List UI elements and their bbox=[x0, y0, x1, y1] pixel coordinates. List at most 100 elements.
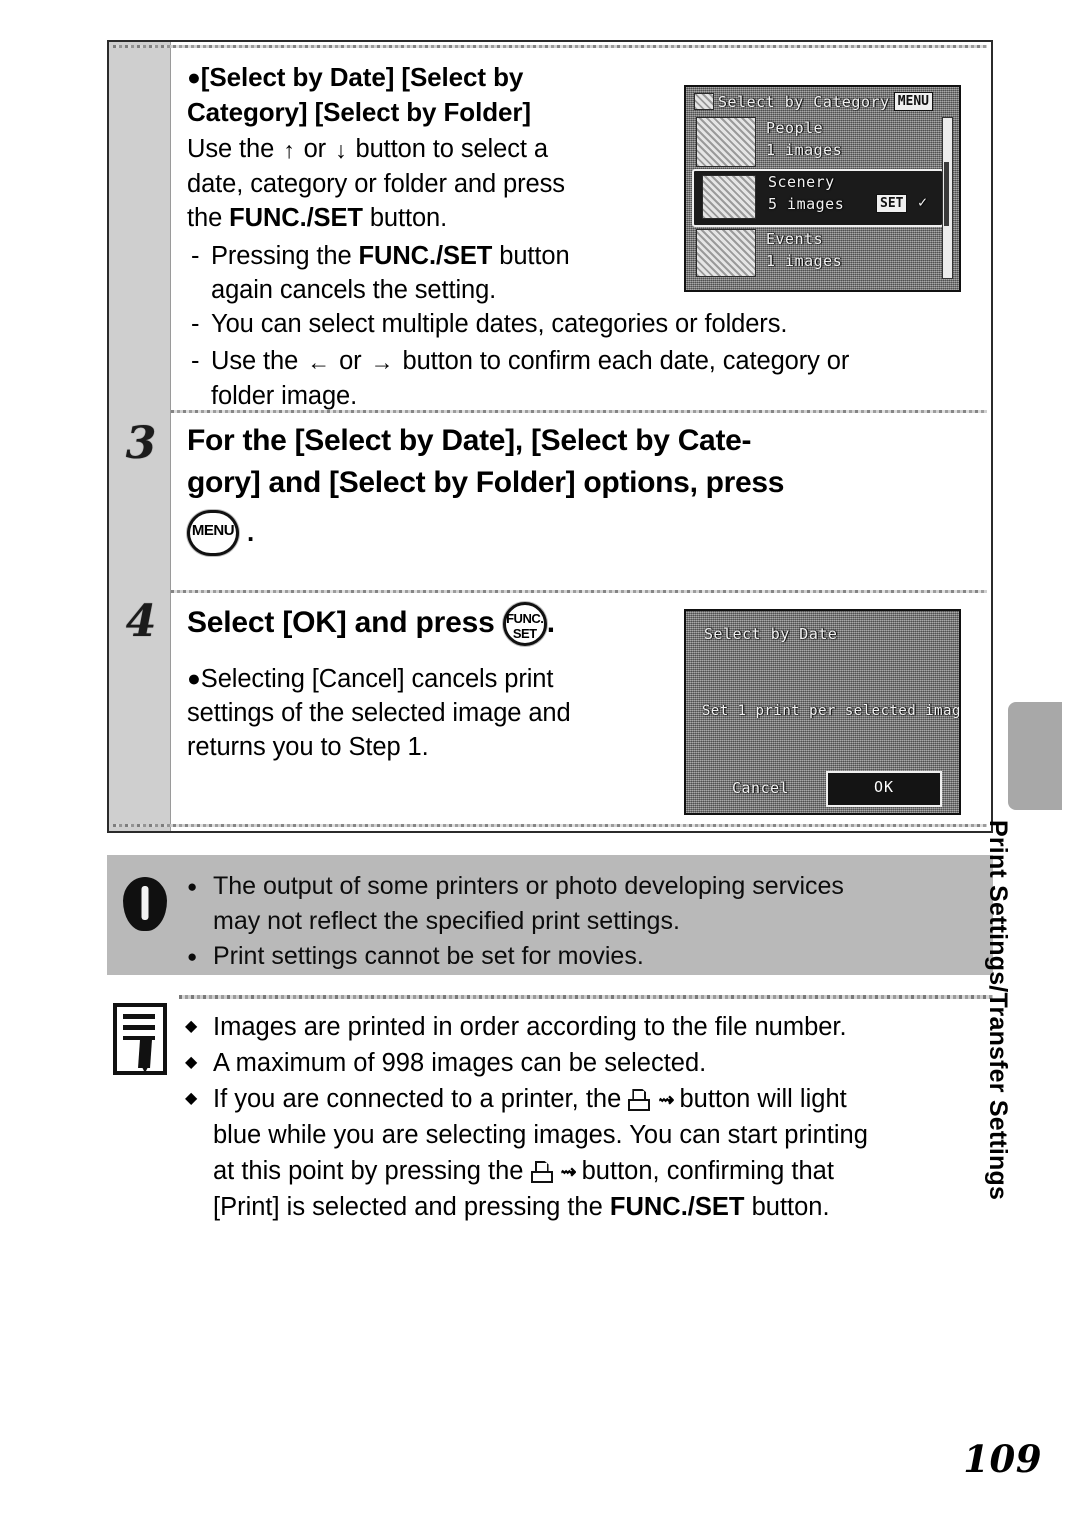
arrow-down-icon: ↓ bbox=[335, 137, 347, 163]
note-item-3-e: button, confirming that bbox=[581, 1157, 834, 1185]
step3-heading-line1: For the [Select by Date], [Select by Cat… bbox=[187, 424, 752, 457]
step3-period: . bbox=[247, 516, 254, 547]
step2-heading: ●[Select by Date] [Select by Category] [… bbox=[187, 60, 747, 130]
step2-body-c: button to select a bbox=[355, 135, 548, 163]
step2-heading-line2: Category] [Select by Folder] bbox=[187, 97, 531, 127]
sub1-a: Pressing the bbox=[211, 242, 352, 270]
warning-item-1-line1: The output of some printers or photo dev… bbox=[213, 872, 844, 900]
lcd-row-thumb-scenery bbox=[702, 175, 756, 219]
lcd-date-title: Select by Date bbox=[704, 625, 838, 643]
note-item-3-funcset: FUNC./SET bbox=[609, 1193, 745, 1221]
bullet-icon: ● bbox=[187, 64, 201, 90]
step4-period: . bbox=[546, 606, 555, 639]
page-number: 109 bbox=[963, 1437, 1042, 1481]
step2-body-or: or bbox=[303, 135, 327, 163]
note-item-1: Images are printed in order according to… bbox=[183, 1009, 993, 1045]
step4-bullet: ●Selecting [Cancel] cancels print settin… bbox=[187, 662, 707, 764]
lcd-menu-badge: MENU bbox=[893, 92, 933, 111]
step2-sub-item-3: Use the ← or → button to confirm each da… bbox=[187, 344, 977, 413]
lcd-screenshot-select-by-date: Select by Date Set 1 print per selected … bbox=[684, 609, 961, 815]
warning-item-1-line2: may not reflect the specified print sett… bbox=[213, 907, 680, 935]
warning-item-2: Print settings cannot be set for movies. bbox=[185, 939, 979, 974]
warning-item-2-text: Print settings cannot be set for movies. bbox=[213, 942, 644, 970]
lcd-set-badge: SET bbox=[876, 194, 908, 213]
funcset-icon-label-bottom: SET bbox=[512, 626, 537, 642]
step2-body: Use the ↑ or ↓ button to select a date, … bbox=[187, 132, 747, 235]
sub2-text: You can select multiple dates, categorie… bbox=[211, 310, 788, 338]
section-divider-1 bbox=[171, 410, 987, 413]
section-divider-2 bbox=[171, 590, 987, 593]
arrow-up-icon: ↑ bbox=[283, 137, 295, 163]
lcd-scrollbar[interactable] bbox=[942, 117, 953, 279]
note-item-3-d: at this point by pressing the bbox=[213, 1157, 524, 1185]
manual-page: ●[Select by Date] [Select by Category] [… bbox=[0, 0, 1080, 1523]
section-tab-block bbox=[1008, 702, 1062, 810]
arrow-left-icon: ← bbox=[307, 349, 331, 375]
step2-content: ●[Select by Date] [Select by Category] [… bbox=[187, 60, 747, 307]
lcd-scrollbar-thumb[interactable] bbox=[944, 162, 949, 226]
lcd-check-icon: ✓ bbox=[918, 193, 928, 211]
step4-bullet-line2: settings of the selected image and bbox=[187, 699, 571, 727]
note-item-3-f-a: [Print] is selected and pressing the bbox=[213, 1193, 603, 1221]
step2-body-a: Use the bbox=[187, 135, 275, 163]
steps-box: ●[Select by Date] [Select by Category] [… bbox=[107, 40, 993, 833]
lcd-title: Select by Category bbox=[718, 93, 890, 111]
step2-sub-items-wide: You can select multiple dates, categorie… bbox=[187, 307, 977, 413]
sub3-b: button to confirm each date, category or bbox=[402, 347, 850, 375]
funcset-bold-label: FUNC./SET bbox=[229, 204, 363, 232]
step4-bullet-line3: returns you to Step 1. bbox=[187, 733, 429, 761]
note-item-2-text: A maximum of 998 images can be selected. bbox=[213, 1049, 707, 1077]
lcd-row-label-scenery: Scenery bbox=[768, 173, 835, 191]
warning-box: The output of some printers or photo dev… bbox=[107, 855, 993, 975]
sub1-b: button bbox=[499, 242, 570, 270]
step-number-4: 4 bbox=[125, 596, 157, 647]
warning-item-1: The output of some printers or photo dev… bbox=[185, 869, 979, 939]
sub3-c: folder image. bbox=[211, 382, 358, 410]
sub1-bold: FUNC./SET bbox=[358, 242, 493, 270]
notes-divider bbox=[179, 995, 993, 999]
lcd-row-thumb-people bbox=[696, 117, 756, 167]
step2-heading-line1: [Select by Date] [Select by bbox=[200, 62, 524, 92]
lcd-ok-button[interactable]: OK bbox=[826, 771, 942, 807]
note-item-1-text: Images are printed in order according to… bbox=[213, 1013, 847, 1041]
note-item-3-a: If you are connected to a printer, the bbox=[213, 1085, 622, 1113]
warning-list: The output of some printers or photo dev… bbox=[185, 869, 979, 974]
bullet-icon: ● bbox=[187, 665, 201, 691]
note-pencil-icon bbox=[113, 1003, 167, 1075]
notes-box: Images are printed in order according to… bbox=[107, 995, 993, 1221]
menu-button-icon[interactable]: MENU bbox=[187, 510, 239, 556]
step4-heading: Select [OK] and press FUNC. SET . bbox=[187, 602, 707, 647]
step2-body-line3a: the bbox=[187, 204, 223, 232]
note-item-3-f-b: button. bbox=[751, 1193, 830, 1221]
step2-body-line3b: button. bbox=[369, 204, 448, 232]
funcset-icon-label-top: FUNC. bbox=[506, 611, 544, 627]
note-item-3-b: button will light bbox=[679, 1085, 847, 1113]
step4-heading-text: Select [OK] and press bbox=[187, 606, 495, 639]
sub3-or: or bbox=[339, 347, 362, 375]
lcd-title-thumb bbox=[694, 93, 714, 110]
note-item-3-c: blue while you are selecting images. You… bbox=[213, 1121, 868, 1149]
lcd-row-count-events: 1 images bbox=[766, 252, 843, 270]
step2-body-line2: date, category or folder and press bbox=[187, 170, 565, 198]
step2-sub-item-2: You can select multiple dates, categorie… bbox=[187, 307, 977, 341]
note-item-3: If you are connected to a printer, the ⇝… bbox=[183, 1081, 993, 1225]
lcd-screenshot-select-by-category: Select by Category MENU People 1 images … bbox=[684, 85, 961, 292]
exclamation-icon bbox=[123, 877, 167, 931]
funcset-button-icon[interactable]: FUNC. SET bbox=[502, 602, 547, 647]
lcd-row-count-scenery: 5 images bbox=[768, 195, 845, 213]
section-tab-label: Print Settings/Transfer Settings bbox=[984, 820, 1012, 1201]
print-share-button-icon: ⇝ bbox=[530, 1161, 577, 1183]
sub3-a: Use the bbox=[211, 347, 299, 375]
sub1-c: again cancels the setting. bbox=[211, 276, 497, 304]
step-number-3: 3 bbox=[125, 418, 157, 469]
menu-button-icon-label: MENU bbox=[191, 522, 235, 539]
notes-list: Images are printed in order according to… bbox=[183, 1009, 993, 1225]
lcd-row-label-people: People bbox=[766, 119, 824, 137]
lcd-cancel-button[interactable]: Cancel bbox=[732, 779, 789, 797]
step3-heading: For the [Select by Date], [Select by Cat… bbox=[187, 420, 977, 556]
arrow-right-icon: → bbox=[370, 349, 394, 375]
lcd-row-count-people: 1 images bbox=[766, 141, 843, 159]
lcd-row-label-events: Events bbox=[766, 230, 824, 248]
step4-bullet-line1: Selecting [Cancel] cancels print bbox=[200, 665, 554, 693]
section-divider-3 bbox=[113, 824, 987, 827]
